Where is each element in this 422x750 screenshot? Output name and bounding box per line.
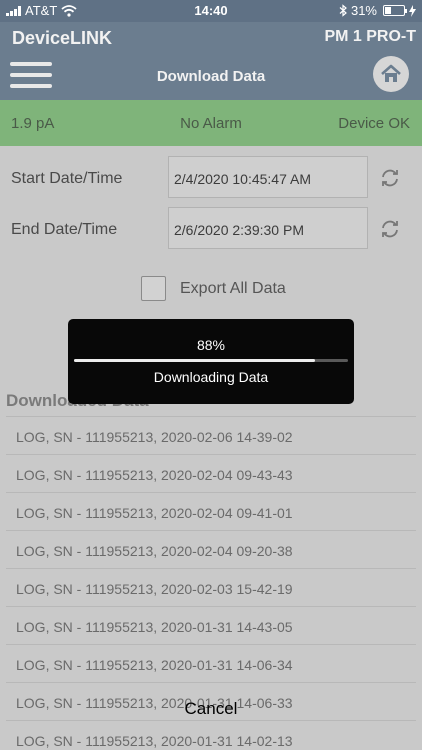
export-all-label: Export All Data xyxy=(180,280,286,297)
battery-icon xyxy=(383,5,407,16)
export-all-checkbox[interactable] xyxy=(141,276,166,301)
bluetooth-icon xyxy=(339,4,347,17)
device-model: PM 1 PRO-T xyxy=(324,28,416,45)
log-list-item[interactable]: LOG, SN - 111955213, 2020-02-04 09-20-38 xyxy=(6,531,416,569)
download-progress-dialog: 88% Downloading Data xyxy=(68,319,354,404)
log-list-item[interactable]: LOG, SN - 111955213, 2020-01-31 14-43-05 xyxy=(6,607,416,645)
end-datetime-label: End Date/Time xyxy=(11,221,118,238)
charging-bolt-icon xyxy=(409,4,416,17)
device-status: Device OK xyxy=(338,115,410,132)
cancel-button[interactable]: Cancel xyxy=(0,699,422,719)
start-datetime-field[interactable]: 2/4/2020 10:45:47 AM xyxy=(168,156,368,198)
log-list-item[interactable]: LOG, SN - 111955213, 2020-02-03 15-42-19 xyxy=(6,569,416,607)
log-list-item[interactable]: LOG, SN - 111955213, 2020-02-06 14-39-02 xyxy=(6,417,416,455)
device-status-bar: 1.9 pA No Alarm Device OK xyxy=(0,100,422,146)
system-indicators: 31% xyxy=(339,3,416,18)
log-list-item[interactable]: LOG, SN - 111955213, 2020-01-31 14-06-34 xyxy=(6,645,416,683)
refresh-end-icon[interactable] xyxy=(378,217,402,241)
app-name: DeviceLINK xyxy=(12,28,113,48)
start-datetime-label: Start Date/Time xyxy=(11,170,123,187)
log-list-item[interactable]: LOG, SN - 111955213, 2020-02-04 09-43-43 xyxy=(6,455,416,493)
log-list-item[interactable]: LOG, SN - 111955213, 2020-02-04 09-41-01 xyxy=(6,493,416,531)
end-datetime-field[interactable]: 2/6/2020 2:39:30 PM xyxy=(168,207,368,249)
battery-percent: 31% xyxy=(350,3,377,18)
refresh-start-icon[interactable] xyxy=(378,166,402,190)
app-header: DeviceLINK PM 1 PRO-T Download Data xyxy=(0,22,422,100)
progress-message: Downloading Data xyxy=(153,369,269,385)
progress-bar-fill xyxy=(74,359,316,362)
progress-track xyxy=(74,359,348,362)
progress-percent: 88% xyxy=(196,337,226,353)
log-list-item[interactable]: LOG, SN - 111955213, 2020-01-31 14-02-13 xyxy=(6,721,416,750)
page-title: Download Data xyxy=(156,68,266,85)
ios-status-bar: AT&T 14:40 31% xyxy=(0,0,422,22)
home-icon xyxy=(381,64,401,82)
home-button[interactable] xyxy=(373,56,409,92)
